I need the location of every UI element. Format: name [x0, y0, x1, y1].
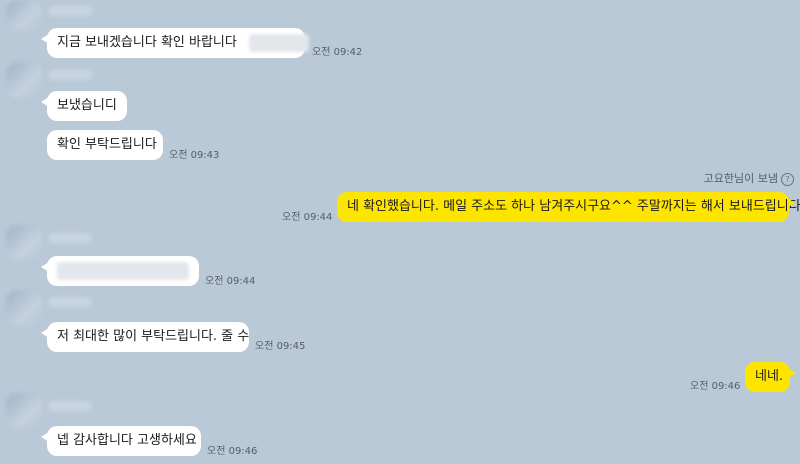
- avatar[interactable]: [6, 0, 42, 30]
- message-text: 확인 부탁드립니다: [57, 137, 157, 152]
- message-text: 네 확인했습니다. 메일 주소도 하나 남겨주시구요^^ 주말까지는 해서 보내…: [347, 199, 800, 214]
- message-time: 오전 09:46: [690, 381, 741, 392]
- sender-name-blurred: [48, 6, 92, 16]
- sender-name-blurred: [48, 70, 92, 80]
- message-time: 오전 09:44: [282, 212, 333, 223]
- sender-name-blurred: [48, 297, 92, 307]
- message-text: 저 최대한 많이 부탁드립니다. 줄 수: [57, 329, 250, 344]
- help-icon[interactable]: ?: [781, 172, 794, 186]
- sender-name-blurred: [48, 233, 92, 243]
- message-time: 오전 09:46: [207, 446, 258, 457]
- message-bubble-outgoing[interactable]: 네 확인했습니다. 메일 주소도 하나 남겨주시구요^^ 주말까지는 해서 보내…: [337, 192, 800, 222]
- redacted-content: [57, 261, 189, 280]
- message-bubble-incoming[interactable]: 보냈습니디: [41, 91, 127, 121]
- message-text: 지금 보내겠습니다 확인 바랍니다: [57, 35, 237, 50]
- message-time: 오전 09:43: [169, 150, 220, 161]
- message-time: 오전 09:44: [205, 276, 256, 287]
- message-bubble-incoming[interactable]: 지금 보내겠습니다 확인 바랍니다: [41, 28, 309, 58]
- avatar[interactable]: [6, 393, 42, 429]
- message-bubble-outgoing[interactable]: 네네.: [745, 362, 796, 392]
- sender-notice: 고요한님이 보냄?: [704, 170, 794, 186]
- avatar[interactable]: [6, 62, 42, 98]
- redacted-content: [248, 33, 309, 52]
- avatar[interactable]: [6, 290, 42, 326]
- message-text: 넵 감사합니다 고생하세요: [57, 433, 197, 448]
- sender-name-blurred: [48, 401, 92, 411]
- message-bubble-incoming[interactable]: 넵 감사합니다 고생하세요: [41, 426, 201, 456]
- message-bubble-incoming[interactable]: 저 최대한 많이 부탁드립니다. 줄 수: [41, 322, 250, 352]
- avatar[interactable]: [6, 225, 42, 261]
- message-time: 오전 09:45: [255, 341, 306, 352]
- message-text: 네네.: [755, 369, 784, 384]
- message-time: 오전 09:42: [312, 47, 363, 58]
- message-text: 보냈습니디: [57, 98, 117, 113]
- notice-text: 고요한님이 보냄: [703, 172, 778, 185]
- message-bubble-incoming[interactable]: [41, 256, 199, 286]
- message-bubble-incoming[interactable]: 확인 부탁드립니다: [47, 130, 163, 160]
